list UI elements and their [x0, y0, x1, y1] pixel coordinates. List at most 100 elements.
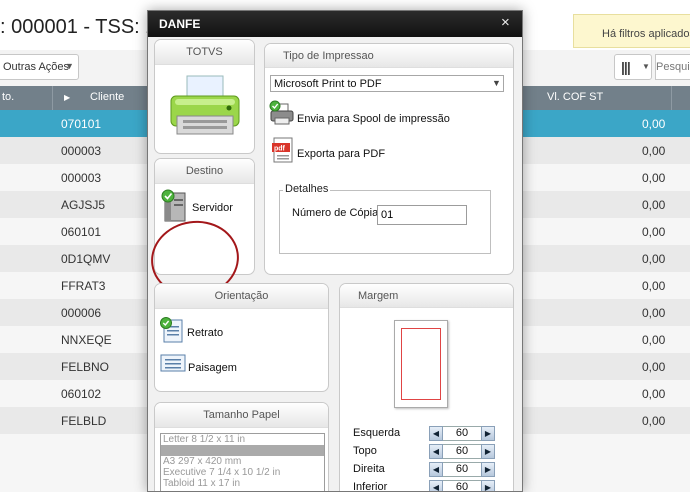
view-columns-button[interactable]: ||| ▼ — [614, 54, 652, 80]
tamanho-papel-title: Tamanho Papel — [155, 403, 328, 428]
tamanho-papel-panel: Tamanho Papel Letter 8 1/2 x 11 in A4 21… — [154, 402, 329, 491]
cell-valor: 0,00 — [642, 144, 666, 158]
column-divider — [52, 86, 53, 110]
dialog-body: TOTVS Destino Servidor Tipo de Impressao… — [148, 37, 522, 492]
list-item[interactable]: A3 297 x 420 mm — [161, 456, 324, 467]
orientacao-panel: Orientação Retrato Paisagem — [154, 283, 329, 392]
columns-icon: ||| — [621, 59, 631, 75]
cell-valor: 0,00 — [642, 198, 666, 212]
margem-title: Margem — [340, 284, 513, 308]
cell-cliente: FELBNO — [61, 360, 110, 374]
arrow-right-icon[interactable]: ▶ — [481, 462, 495, 477]
chevron-down-icon: ▼ — [65, 61, 74, 71]
margin-label: Esquerda — [353, 427, 401, 439]
filter-banner-text: Há filtros aplicados a — [602, 28, 690, 40]
danfe-dialog: DANFE × TOTVS Destino Servidor Tipo de I… — [147, 10, 523, 492]
cell-valor: 0,00 — [642, 279, 666, 293]
tipo-impressao-title: Tipo de Impressao — [265, 44, 513, 68]
cell-cliente: 000006 — [61, 306, 102, 320]
detalhes-group: Detalhes Número de Cópias: — [279, 183, 491, 254]
printer-icon — [170, 75, 240, 135]
paisagem-option[interactable]: Paisagem — [188, 362, 237, 374]
totvs-panel-title: TOTVS — [155, 40, 254, 65]
cell-cliente: 0D1QMV — [61, 252, 111, 266]
detalhes-legend: Detalhes — [283, 183, 331, 195]
list-item[interactable]: Letter 8 1/2 x 11 in — [161, 434, 324, 445]
column-divider — [671, 86, 672, 110]
cell-cliente: FELBLD — [61, 414, 107, 428]
svg-text:pdf: pdf — [274, 146, 286, 153]
arrow-right-icon[interactable]: ▶ — [481, 444, 495, 459]
cell-valor: 0,00 — [642, 333, 666, 347]
copias-input[interactable] — [377, 205, 467, 225]
margin-value[interactable]: 60 — [443, 462, 481, 477]
cell-valor: 0,00 — [642, 414, 666, 428]
cell-valor: 0,00 — [642, 117, 666, 131]
margin-spinner: ◀ 60 ▶ — [429, 426, 502, 441]
arrow-left-icon[interactable]: ◀ — [429, 444, 443, 459]
margem-panel: Margem Esquerda ◀ 60 ▶ Topo ◀ 60 ▶ Direi… — [339, 283, 514, 492]
search-placeholder: Pesquis — [656, 61, 690, 73]
outras-acoes-button[interactable]: Outras Ações ▼ — [0, 54, 79, 80]
sort-arrow-icon[interactable]: ▶ — [64, 93, 70, 102]
cell-cliente: FFRAT3 — [61, 279, 106, 293]
close-icon[interactable]: × — [501, 14, 510, 31]
servidor-option[interactable]: Servidor — [192, 202, 233, 214]
tipo-impressao-panel: Tipo de Impressao Microsoft Print to PDF… — [264, 43, 514, 275]
pdf-icon[interactable]: pdf — [271, 136, 295, 164]
dialog-titlebar: DANFE × — [148, 11, 522, 37]
margin-label: Topo — [353, 445, 377, 457]
chevron-down-icon: ▼ — [642, 62, 650, 71]
cell-valor: 0,00 — [642, 360, 666, 374]
list-item-selected[interactable]: A4 210 x 297 mm — [161, 445, 324, 456]
landscape-icon[interactable] — [159, 352, 187, 374]
search-input[interactable]: Pesquis — [655, 54, 690, 80]
cell-cliente: 060101 — [61, 225, 102, 239]
paper-size-list[interactable]: Letter 8 1/2 x 11 in A4 210 x 297 mm A3 … — [160, 433, 325, 491]
filter-banner: Há filtros aplicados a — [573, 14, 690, 48]
printer-select-value: Microsoft Print to PDF — [274, 78, 382, 90]
margin-value[interactable]: 60 — [443, 426, 481, 441]
arrow-right-icon[interactable]: ▶ — [481, 480, 495, 491]
cell-valor: 0,00 — [642, 252, 666, 266]
portrait-icon[interactable] — [159, 316, 185, 344]
arrow-right-icon[interactable]: ▶ — [481, 426, 495, 441]
cell-cliente: 000003 — [61, 171, 102, 185]
cell-cliente: 060102 — [61, 387, 102, 401]
arrow-left-icon[interactable]: ◀ — [429, 480, 443, 491]
margin-spinner: ◀ 60 ▶ — [429, 444, 502, 459]
spool-option[interactable]: Envia para Spool de impressão — [297, 113, 450, 125]
printer-select[interactable]: Microsoft Print to PDF ▼ — [270, 75, 504, 92]
margin-preview-page — [394, 320, 448, 408]
server-icon[interactable] — [161, 189, 189, 223]
cell-valor: 0,00 — [642, 171, 666, 185]
cell-cliente: AGJSJ5 — [61, 198, 106, 212]
column-header-to[interactable]: to. — [2, 91, 14, 103]
margin-value[interactable]: 60 — [443, 480, 481, 491]
pdf-option[interactable]: Exporta para PDF — [297, 148, 385, 160]
arrow-left-icon[interactable]: ◀ — [429, 462, 443, 477]
copias-label: Número de Cópias: — [292, 207, 387, 219]
totvs-panel: TOTVS — [154, 39, 255, 154]
cell-valor: 0,00 — [642, 225, 666, 239]
margin-preview-area — [401, 328, 441, 400]
margin-spinner: ◀ 60 ▶ — [429, 462, 502, 477]
cell-valor: 0,00 — [642, 387, 666, 401]
margin-value[interactable]: 60 — [443, 444, 481, 459]
cell-cliente: 070101 — [61, 117, 102, 131]
cell-cliente: 000003 — [61, 144, 102, 158]
retrato-option[interactable]: Retrato — [187, 327, 223, 339]
cell-cliente: NNXEQE — [61, 333, 112, 347]
list-item[interactable]: Tabloid 11 x 17 in — [161, 478, 324, 489]
spool-printer-icon[interactable] — [269, 100, 295, 126]
list-item[interactable]: Executive 7 1/4 x 10 1/2 in — [161, 467, 324, 478]
column-header-vl-cof-st[interactable]: Vl. COF ST — [547, 91, 603, 103]
destino-panel-title: Destino — [155, 159, 254, 184]
margin-label: Inferior — [353, 481, 388, 492]
dialog-title: DANFE — [159, 17, 201, 31]
margin-label: Direita — [353, 463, 385, 475]
margin-spinner: ◀ 60 ▶ — [429, 480, 502, 491]
orientacao-title: Orientação — [155, 284, 328, 309]
arrow-left-icon[interactable]: ◀ — [429, 426, 443, 441]
column-header-cliente[interactable]: Cliente — [90, 91, 124, 103]
